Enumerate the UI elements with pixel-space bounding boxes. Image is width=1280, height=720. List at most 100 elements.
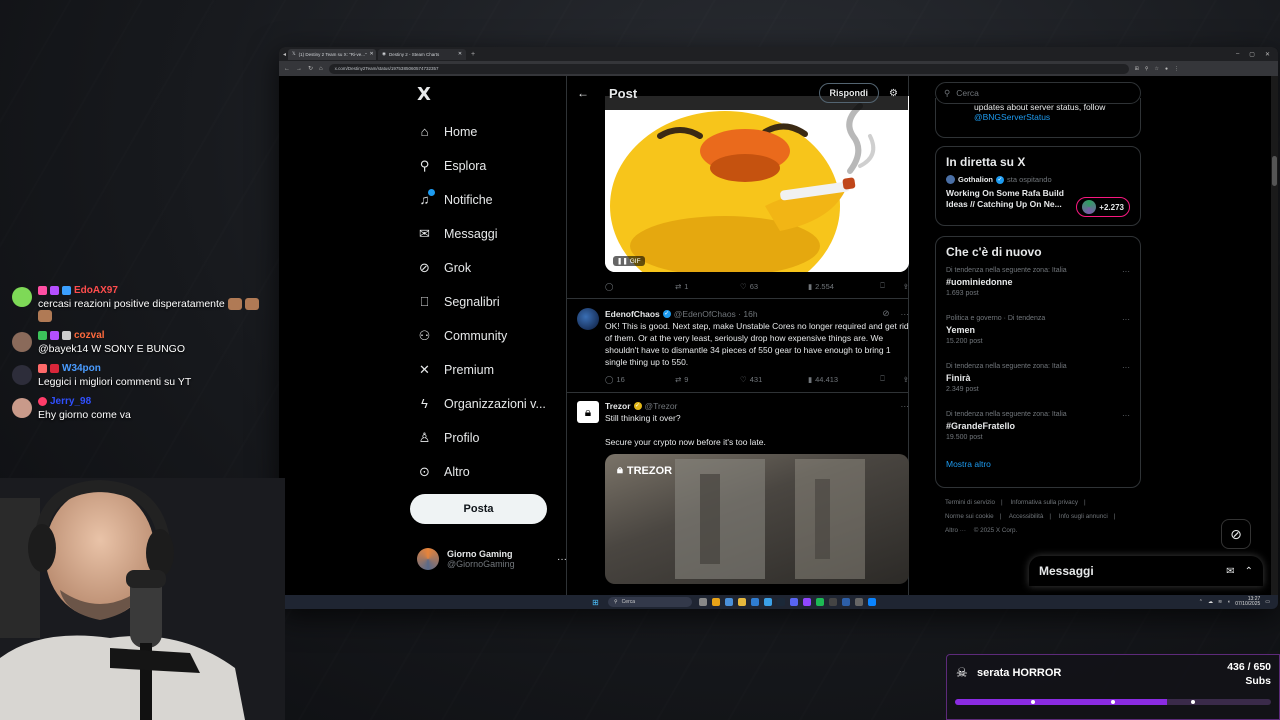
live-listeners-pill[interactable]: +2.273 xyxy=(1076,197,1130,217)
taskbar-search[interactable]: ⚲ Cerca xyxy=(608,597,692,607)
nav-premium[interactable]: ✕ Premium xyxy=(417,362,494,377)
new-tab-button[interactable]: + xyxy=(471,51,475,58)
nav-messaggi[interactable]: ✉ Messaggi xyxy=(417,226,497,241)
expand-up-icon[interactable]: ⌃ xyxy=(1245,566,1253,577)
clock[interactable]: 13:27 07/10/2025 xyxy=(1235,597,1260,607)
new-message-icon[interactable]: ✉ xyxy=(1226,566,1234,577)
trend-item[interactable]: Di tendenza nella seguente zona: Italia … xyxy=(946,409,1130,457)
notification-icon[interactable]: ▭ xyxy=(1265,599,1270,605)
app-icon[interactable] xyxy=(842,598,850,606)
trend-item[interactable]: Politica e governo · Di tendenza Yemen 1… xyxy=(946,313,1130,361)
menu-icon[interactable]: ⋮ xyxy=(1174,66,1179,72)
more-dots-icon[interactable]: ··· xyxy=(901,401,910,411)
spotify-icon[interactable] xyxy=(816,598,824,606)
live-stream-title[interactable]: Working On Some Rafa Build Ideas // Catc… xyxy=(946,188,1071,210)
file-explorer-icon[interactable] xyxy=(725,598,733,606)
grok-icon[interactable]: ⊘ xyxy=(882,308,889,319)
chat-username[interactable]: W34pon xyxy=(62,363,101,374)
footer-link[interactable]: Informativa sulla privacy xyxy=(1010,499,1078,506)
chat-username[interactable]: EdoAX97 xyxy=(74,285,118,296)
task-view-icon[interactable] xyxy=(699,598,707,606)
views-action[interactable]: ▮ 2.554 xyxy=(808,281,876,291)
author-name[interactable]: Trezor xyxy=(605,401,631,411)
search-input[interactable]: ⚲ Cerca xyxy=(935,82,1141,104)
nav-notifiche[interactable]: ♫ Notifiche xyxy=(417,189,493,207)
zoom-icon[interactable]: ⚲ xyxy=(1145,66,1149,72)
nav-organizzazioni[interactable]: ϟ Organizzazioni v... xyxy=(417,396,546,411)
settings-sliders-icon[interactable]: ⚙ xyxy=(889,88,898,99)
chat-username[interactable]: cozval xyxy=(74,330,105,341)
server-status-link[interactable]: @BNGServerStatus xyxy=(974,112,1140,122)
author-handle[interactable]: @Trezor xyxy=(645,401,678,411)
chrome-icon[interactable] xyxy=(712,598,720,606)
extension-icon[interactable]: ⊞ xyxy=(1135,66,1139,72)
footer-link[interactable]: Norme sui cookie xyxy=(945,513,994,520)
windows-start-icon[interactable]: ⊞ xyxy=(592,598,599,607)
share-action[interactable]: ⇪ xyxy=(903,281,909,291)
home-page-icon[interactable]: ⌂ xyxy=(319,66,323,72)
profile-icon[interactable]: ● xyxy=(1165,66,1168,72)
edge-icon[interactable] xyxy=(751,598,759,606)
reply-action[interactable]: ◯ 16 xyxy=(605,374,675,384)
author-handle[interactable]: @EdenOfChaos · 16h xyxy=(674,309,758,319)
ad-media-card[interactable]: 🔒︎ TREZOR xyxy=(605,454,909,584)
messages-drawer[interactable]: Messaggi ✉ ⌃ xyxy=(1029,556,1263,586)
tab-list-icon[interactable]: ◂ xyxy=(283,51,286,58)
reply-action[interactable]: ◯ xyxy=(605,281,675,291)
nav-esplora[interactable]: ⚲ Esplora xyxy=(417,158,487,173)
chat-username[interactable]: Jerry_98 xyxy=(50,396,91,407)
nav-home[interactable]: ⌂ Home xyxy=(417,124,478,139)
like-action[interactable]: ♡ 431 xyxy=(740,374,808,384)
like-action[interactable]: ♡ 63 xyxy=(740,281,808,291)
scroll-thumb[interactable] xyxy=(1272,156,1277,186)
steam-icon[interactable] xyxy=(777,598,785,606)
discord-icon[interactable] xyxy=(790,598,798,606)
cloud-icon[interactable]: ☁ xyxy=(1208,599,1213,605)
obs-icon[interactable] xyxy=(829,598,837,606)
avatar[interactable] xyxy=(577,308,599,330)
maximize-button[interactable]: ▢ xyxy=(1249,51,1255,58)
bookmark-action[interactable]: ⎕ xyxy=(880,374,885,384)
more-dots-icon[interactable]: ··· xyxy=(1122,363,1130,372)
close-tab-icon[interactable]: ✕ xyxy=(370,51,374,57)
reply-button[interactable]: Rispondi xyxy=(818,83,880,103)
footer-link[interactable]: Termini di servizio xyxy=(945,499,995,506)
star-icon[interactable]: ☆ xyxy=(1155,66,1159,72)
back-arrow-icon[interactable]: ← xyxy=(577,86,589,100)
grok-floating-button[interactable]: ⊘ xyxy=(1221,519,1251,549)
tab-destiny-x[interactable]: 𝕏 (1) Destiny 2 Team su X: "Ri-ve..." ✕ xyxy=(288,48,377,60)
reload-icon[interactable]: ↻ xyxy=(308,65,313,72)
twitch-icon[interactable] xyxy=(803,598,811,606)
post-button[interactable]: Posta xyxy=(410,494,547,524)
duck-gif[interactable]: ❚❚ GIF xyxy=(605,96,909,272)
nav-segnalibri[interactable]: ⎕ Segnalibri xyxy=(417,294,500,309)
footer-link[interactable]: Info sugli annunci xyxy=(1059,513,1108,520)
wifi-icon[interactable]: ≋ xyxy=(1218,599,1222,605)
more-dots-icon[interactable]: ··· xyxy=(901,309,910,319)
author-name[interactable]: EdenofChaos xyxy=(605,309,660,319)
url-field[interactable]: x.com/Destiny2Team/status/19753850605747… xyxy=(328,63,1129,74)
show-more-link[interactable]: Mostra altro xyxy=(946,459,1130,469)
footer-link[interactable]: Accessibilità xyxy=(1009,513,1044,520)
nav-altro[interactable]: ⊙ Altro xyxy=(417,464,470,479)
settings-icon[interactable] xyxy=(855,598,863,606)
nav-grok[interactable]: ⊘ Grok xyxy=(417,260,471,275)
close-window-button[interactable]: ✕ xyxy=(1265,51,1270,58)
tab-steam-charts[interactable]: ◉ Destiny 2 - Steam Charts ✕ xyxy=(378,48,467,60)
back-icon[interactable]: ← xyxy=(284,66,290,72)
repost-action[interactable]: ⇄ 9 xyxy=(675,374,740,384)
account-switcher[interactable]: Giorno Gaming @GiornoGaming ··· xyxy=(417,548,567,570)
live-host-row[interactable]: Gothalion ✓ sta ospitando xyxy=(946,175,1130,184)
store-icon[interactable] xyxy=(764,598,772,606)
app-icon[interactable] xyxy=(868,598,876,606)
bookmark-action[interactable]: ⎕ xyxy=(880,281,885,291)
share-action[interactable]: ⇪ xyxy=(903,374,909,384)
nav-community[interactable]: ⚇ Community xyxy=(417,328,508,343)
more-dots-icon[interactable]: ··· xyxy=(1122,411,1130,420)
nav-profilo[interactable]: ♙ Profilo xyxy=(417,430,480,445)
trend-item[interactable]: Di tendenza nella seguente zona: Italia … xyxy=(946,361,1130,409)
scrollbar[interactable] xyxy=(1271,76,1278,595)
trend-item[interactable]: Di tendenza nella seguente zona: Italia … xyxy=(946,265,1130,313)
repost-action[interactable]: ⇄ 1 xyxy=(675,281,740,291)
minimize-button[interactable]: – xyxy=(1236,51,1239,58)
